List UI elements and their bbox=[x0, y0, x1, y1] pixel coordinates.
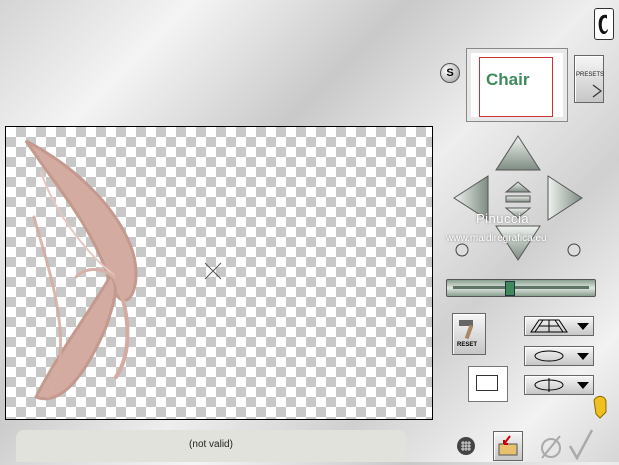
reset-label: RESET bbox=[457, 342, 478, 348]
presets-label: PRESETS bbox=[576, 72, 605, 78]
rotate-right-knob bbox=[567, 243, 581, 257]
app-logo-icon[interactable] bbox=[594, 8, 614, 40]
hammer-icon bbox=[459, 320, 474, 340]
rotate-left-knob bbox=[455, 243, 469, 257]
cancel-icon bbox=[541, 435, 561, 459]
zoom-slider-track bbox=[453, 286, 589, 289]
preview-inner: Chair bbox=[479, 57, 553, 117]
grid-plane-dropdown[interactable] bbox=[524, 316, 594, 336]
nav-pad bbox=[448, 130, 588, 265]
texture-swatch[interactable] bbox=[468, 366, 508, 402]
rotate-circle-dropdown[interactable] bbox=[524, 346, 594, 366]
center-crosshair bbox=[204, 262, 222, 280]
checkmark-icon bbox=[568, 429, 594, 461]
small-up-button bbox=[504, 181, 532, 193]
hand-pointer-icon[interactable] bbox=[590, 394, 610, 420]
rotate-circle-icon bbox=[534, 350, 564, 362]
zoom-slider[interactable] bbox=[446, 279, 596, 297]
cancel-button[interactable] bbox=[538, 432, 564, 460]
preview-thumbnail[interactable]: Chair bbox=[466, 48, 568, 122]
axis-rotate-dropdown[interactable] bbox=[524, 375, 594, 395]
import-button[interactable] bbox=[493, 431, 523, 461]
presets-button[interactable]: PRESETS bbox=[574, 55, 604, 103]
watermark-title: Pinuccia bbox=[476, 211, 530, 226]
watermark-url: www.maidiregrafica.eu bbox=[446, 233, 547, 244]
zoom-slider-thumb[interactable] bbox=[505, 281, 515, 296]
preview-thumbnail-text: Chair bbox=[486, 70, 530, 89]
small-flat-button bbox=[505, 195, 531, 203]
folder-import-icon bbox=[498, 435, 518, 456]
status-bar: (not valid) bbox=[16, 430, 406, 462]
ok-button[interactable] bbox=[566, 428, 594, 461]
arrow-up-button bbox=[495, 135, 541, 171]
reset-button[interactable]: RESET bbox=[452, 313, 486, 355]
grid-toggle-icon[interactable] bbox=[457, 437, 475, 455]
preview-canvas[interactable] bbox=[5, 126, 433, 420]
s-button[interactable]: S bbox=[440, 63, 460, 83]
axis-rotate-icon bbox=[534, 378, 564, 392]
arrow-right-button bbox=[547, 175, 583, 221]
grid-plane-icon bbox=[530, 319, 568, 333]
ribbon-shape bbox=[24, 139, 222, 401]
